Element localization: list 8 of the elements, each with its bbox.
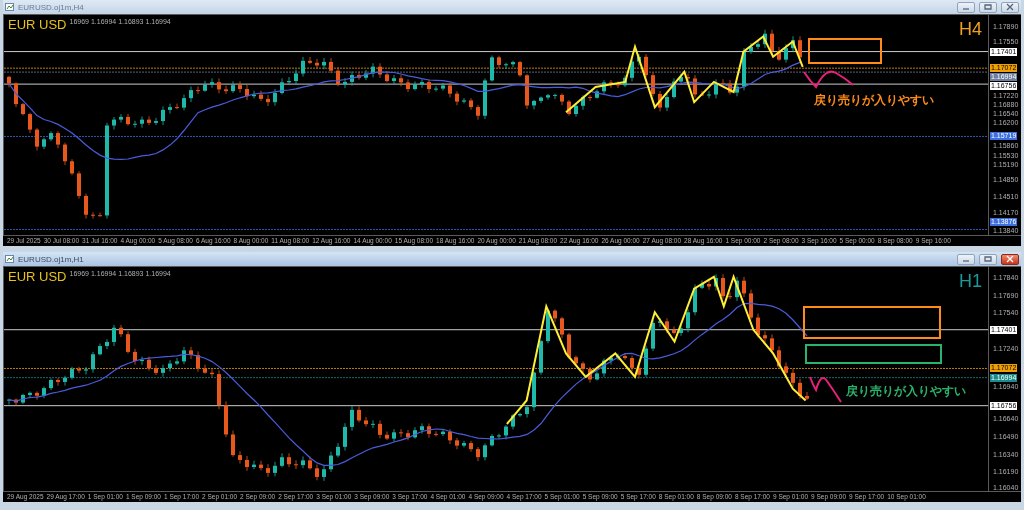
annotation-text: 戻り売りが入りやすい <box>846 383 966 400</box>
symbol-label: EUR USD <box>8 17 67 32</box>
annotation-text: 戻り売りが入りやすい <box>814 92 934 109</box>
timeframe-label: H4 <box>959 19 982 40</box>
symbol-label: EUR USD <box>8 269 67 284</box>
window-title: EURUSD.oj1m,H4 <box>18 2 85 12</box>
timeframe-label: H1 <box>959 271 982 292</box>
window-title: EURUSD.oj1m,H1 <box>18 254 85 264</box>
